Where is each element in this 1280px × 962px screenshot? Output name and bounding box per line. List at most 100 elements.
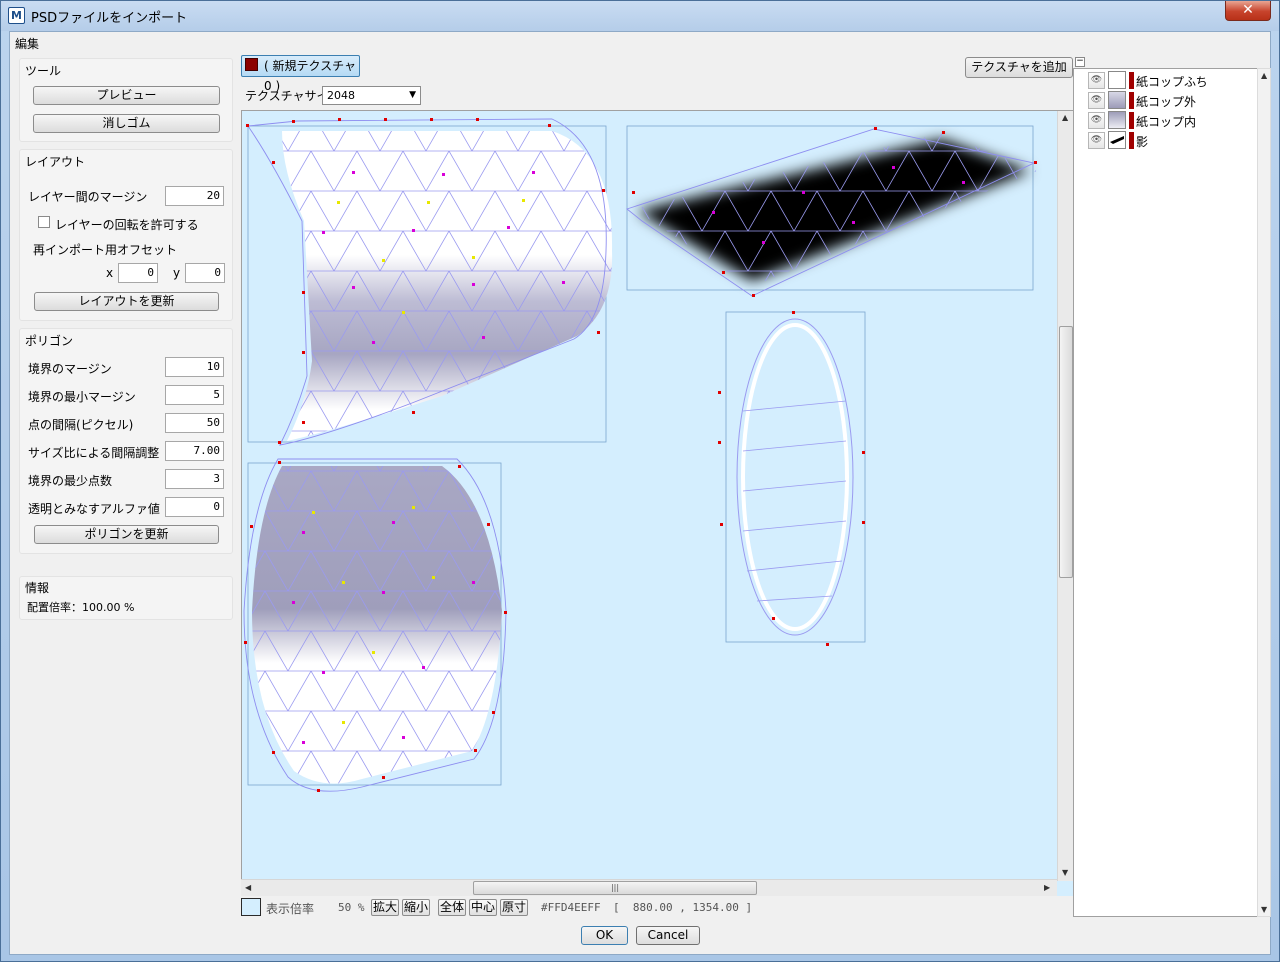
- status-bar: 表示倍率 50 % 拡大 縮小 全体 中心 原寸 #FFD4EEFF [ 880…: [241, 898, 1074, 920]
- ok-button[interactable]: OK: [581, 926, 628, 945]
- mesh-triangles: [282, 131, 613, 441]
- layer-row[interactable]: 👁 紙コップ外: [1074, 91, 1254, 111]
- texture-color-marker: [1129, 72, 1134, 89]
- polygon-field-label: サイズ比による間隔調整: [28, 446, 160, 460]
- fit-all-button[interactable]: 全体: [438, 899, 467, 916]
- info-group: 情報 配置倍率：100.00 %: [19, 576, 233, 620]
- scroll-right-icon[interactable]: ▶: [1044, 883, 1050, 892]
- collapse-toggle[interactable]: −: [1075, 57, 1085, 67]
- texture-color-marker: [1129, 92, 1134, 109]
- import-psd-window: M PSDファイルをインポート ✕ 編集 ツール プレビュー 消しゴム レイアウ…: [0, 0, 1280, 962]
- alpha-threshold-field[interactable]: 0: [165, 497, 224, 517]
- layer-name: 紙コップ外: [1136, 95, 1197, 109]
- polygon-group: ポリゴン 境界のマージン 10 境界の最小マージン 5 点の間隔(ピクセル) 5…: [19, 328, 233, 554]
- menu-bar: 編集: [10, 32, 1270, 52]
- texture-size-value: 2048: [327, 89, 355, 102]
- layer-margin-field[interactable]: 20: [165, 186, 224, 206]
- mesh-triangles: [252, 466, 502, 784]
- eye-icon[interactable]: 👁: [1088, 92, 1105, 109]
- window-title: PSDファイルをインポート: [31, 11, 188, 26]
- mesh-triangles: [742, 400, 847, 602]
- zoom-label: 表示倍率: [266, 902, 315, 916]
- chevron-down-icon: ▼: [409, 90, 416, 100]
- layer-row[interactable]: 👁 紙コップ内: [1074, 111, 1254, 131]
- layout-title: レイアウト: [25, 155, 86, 169]
- horizontal-scrollbar[interactable]: ◀ ||| ▶: [241, 879, 1057, 896]
- update-layout-button[interactable]: レイアウトを更新: [34, 292, 219, 311]
- preview-button[interactable]: プレビュー: [33, 86, 220, 105]
- scroll-down-icon[interactable]: ▼: [1062, 868, 1068, 877]
- cancel-button[interactable]: Cancel: [636, 926, 700, 945]
- zoom-out-button[interactable]: 縮小: [402, 899, 431, 916]
- layer-bounds: [725, 311, 866, 643]
- polygon-field-label: 透明とみなすアルファ値: [28, 502, 160, 516]
- center-button[interactable]: 中心: [469, 899, 498, 916]
- layer-thumbnail: [1108, 91, 1126, 109]
- layer-name: 紙コップ内: [1136, 115, 1197, 129]
- offset-x-label: x: [106, 266, 114, 280]
- offset-y-label: y: [173, 266, 181, 280]
- mesh-outline: [736, 318, 854, 636]
- texture-color-swatch: [245, 58, 258, 71]
- scroll-left-icon[interactable]: ◀: [245, 883, 251, 892]
- margin-label: レイヤー間のマージン: [28, 190, 148, 204]
- scroll-down-icon[interactable]: ▼: [1261, 905, 1267, 914]
- texture-color-marker: [1129, 132, 1134, 149]
- allow-rotation-label: レイヤーの回転を許可する: [55, 218, 199, 232]
- texture-size-select[interactable]: 2048 ▼: [322, 86, 421, 105]
- scale-info: 配置倍率：100.00 %: [27, 601, 135, 614]
- point-spacing-field[interactable]: 50: [165, 413, 224, 433]
- allow-rotation-checkbox[interactable]: [38, 216, 50, 228]
- layer-name: 影: [1136, 135, 1149, 149]
- rim-shape: [741, 323, 849, 631]
- layer-row[interactable]: 👁 紙コップふち: [1074, 71, 1254, 91]
- zoom-in-button[interactable]: 拡大: [371, 899, 400, 916]
- vertical-scroll-thumb[interactable]: [1059, 326, 1073, 578]
- texture-color-marker: [1129, 112, 1134, 129]
- update-polygon-button[interactable]: ポリゴンを更新: [34, 525, 219, 544]
- eraser-button[interactable]: 消しゴム: [33, 114, 220, 133]
- polygon-field-label: 点の間隔(ピクセル): [28, 418, 134, 432]
- title-bar[interactable]: M PSDファイルをインポート ✕: [1, 1, 1279, 31]
- eye-icon[interactable]: 👁: [1088, 132, 1105, 149]
- polygon-field-label: 境界の最少点数: [28, 474, 113, 488]
- tools-title: ツール: [25, 64, 62, 78]
- texture-mesh-drawing: [243, 118, 1037, 792]
- layout-group: レイアウト レイヤー間のマージン 20 レイヤーの回転を許可する 再インポート用…: [19, 149, 233, 321]
- pixel-color-readout: #FFD4EEFF: [541, 901, 601, 914]
- layer-tree: 👁 紙コップふち 👁 紙コップ外 👁 紙コップ内 👁 影: [1073, 68, 1258, 917]
- tools-group: ツール プレビュー 消しゴム: [19, 58, 233, 142]
- layer-scrollbar[interactable]: ▲ ▼: [1257, 68, 1271, 917]
- actual-size-button[interactable]: 原寸: [500, 899, 529, 916]
- app-icon: M: [8, 7, 25, 24]
- mesh-triangles: [634, 133, 1037, 287]
- zoom-value: 50 %: [338, 901, 365, 914]
- polygon-title: ポリゴン: [25, 334, 74, 348]
- info-title: 情報: [25, 581, 50, 595]
- horizontal-scroll-thumb[interactable]: |||: [473, 881, 757, 895]
- texture-tab[interactable]: ( 新規テクスチャ 0 ): [241, 55, 360, 93]
- spacing-adjust-field[interactable]: 7.00: [165, 441, 224, 461]
- close-button[interactable]: ✕: [1225, 1, 1271, 21]
- min-boundary-points-field[interactable]: 3: [165, 469, 224, 489]
- client-area: 編集 ツール プレビュー 消しゴム レイアウト レイヤー間のマージン 20 レイ…: [9, 31, 1271, 955]
- polygon-field-label: 境界の最小マージン: [28, 390, 136, 404]
- offset-x-field[interactable]: 0: [118, 263, 158, 283]
- eye-icon[interactable]: 👁: [1088, 72, 1105, 89]
- boundary-margin-field[interactable]: 10: [165, 357, 224, 377]
- layer-row[interactable]: 👁 影: [1074, 131, 1254, 151]
- menu-edit[interactable]: 編集: [15, 35, 39, 52]
- scroll-up-icon[interactable]: ▲: [1062, 113, 1068, 122]
- add-texture-button[interactable]: テクスチャを追加: [965, 57, 1073, 78]
- layer-thumbnail: [1108, 111, 1126, 129]
- vertical-scrollbar[interactable]: ▲ ▼: [1057, 111, 1074, 881]
- layer-thumbnail: [1108, 71, 1126, 89]
- background-color-swatch[interactable]: [241, 898, 261, 916]
- scroll-up-icon[interactable]: ▲: [1261, 71, 1267, 80]
- min-boundary-margin-field[interactable]: 5: [165, 385, 224, 405]
- eye-icon[interactable]: 👁: [1088, 112, 1105, 129]
- layer-name: 紙コップふち: [1136, 75, 1208, 89]
- offset-label: 再インポート用オフセット: [33, 243, 178, 257]
- texture-canvas[interactable]: [241, 110, 1074, 896]
- offset-y-field[interactable]: 0: [185, 263, 225, 283]
